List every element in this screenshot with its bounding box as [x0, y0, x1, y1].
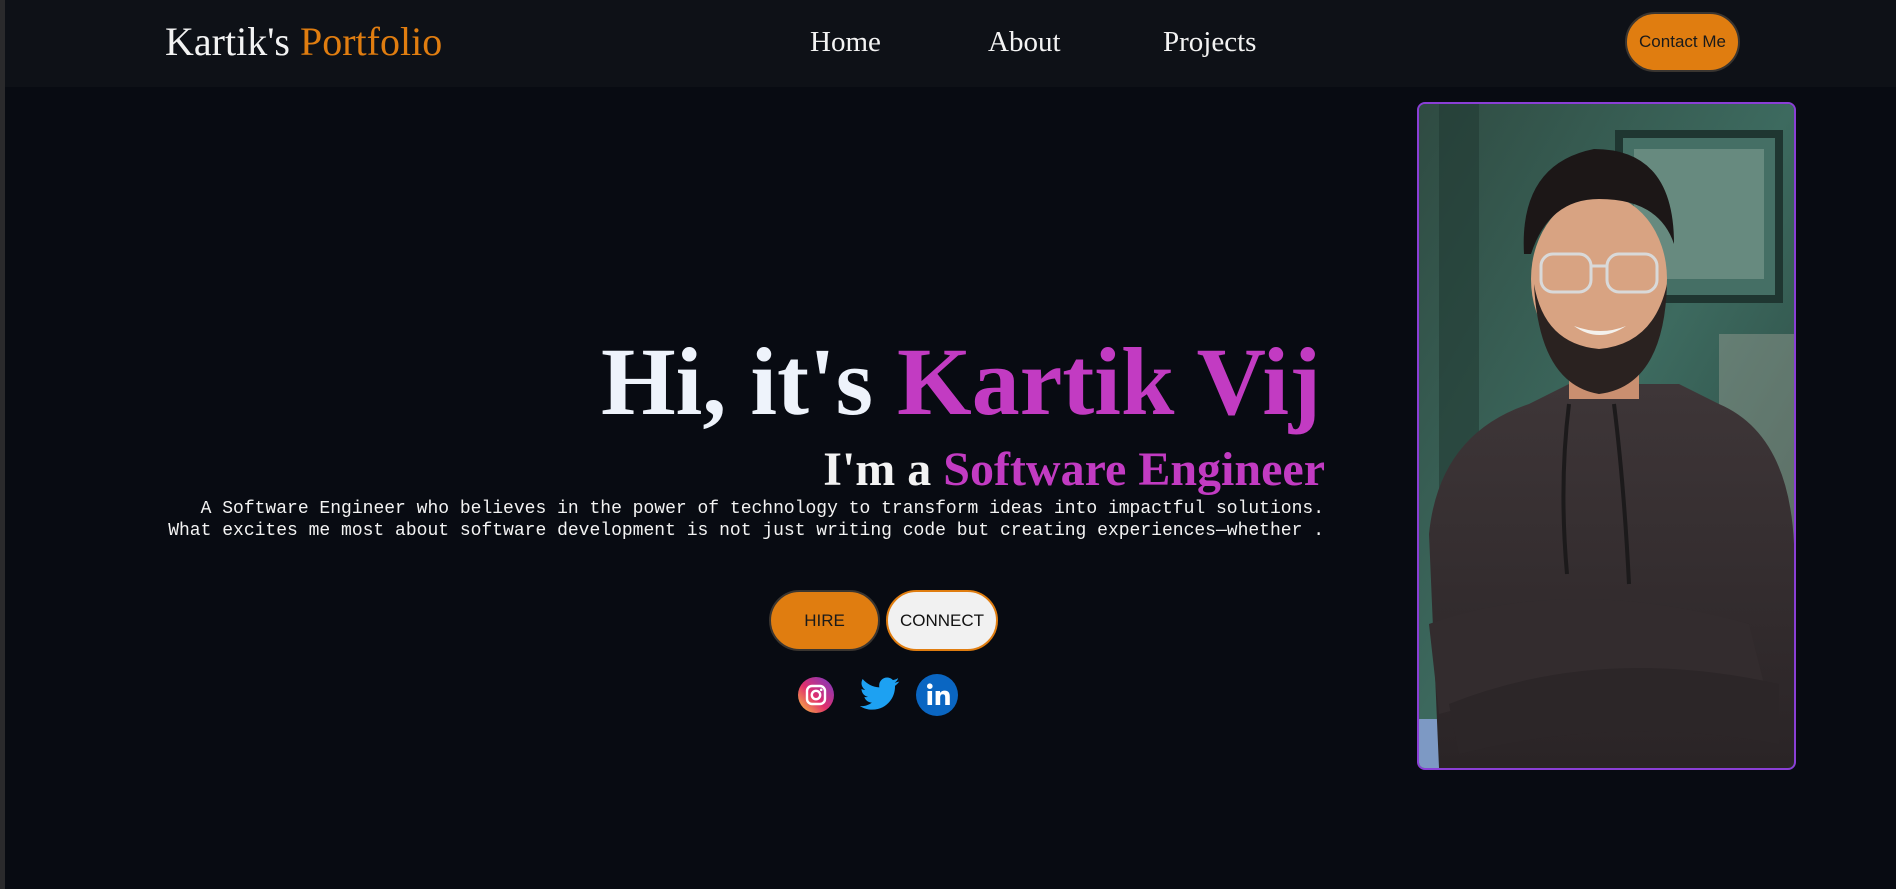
- hero-desc-line-1: A Software Engineer who believes in the …: [200, 499, 1324, 519]
- hire-button[interactable]: HIRE: [769, 590, 880, 651]
- hero-description: A Software Engineer who believes in the …: [168, 498, 1324, 542]
- hero-sub-prefix: I'm a: [823, 443, 932, 496]
- logo-first: Kartik's: [165, 19, 290, 64]
- hero-greeting: Hi, it's: [601, 328, 874, 435]
- linkedin-icon[interactable]: [916, 674, 958, 721]
- profile-photo: [1417, 102, 1796, 770]
- connect-button[interactable]: CONNECT: [886, 590, 998, 651]
- logo-accent: Portfolio: [299, 19, 443, 64]
- hero-subtitle: I'm a Software Engineer: [823, 444, 1325, 496]
- hero-role: Software Engineer: [943, 443, 1325, 496]
- window-edge: [0, 0, 5, 889]
- twitter-icon[interactable]: [859, 676, 900, 717]
- nav-link-about[interactable]: About: [988, 24, 1061, 60]
- hero-title: Hi, it's Kartik Vij: [601, 330, 1321, 434]
- hero-name: Kartik Vij: [897, 328, 1321, 435]
- navbar: Kartik's Portfolio Home About Projects C…: [5, 0, 1896, 87]
- contact-me-button[interactable]: Contact Me: [1625, 12, 1740, 72]
- nav-link-home[interactable]: Home: [810, 24, 881, 60]
- hero-desc-line-2: What excites me most about software deve…: [168, 521, 1324, 541]
- nav-link-projects[interactable]: Projects: [1163, 24, 1256, 60]
- site-logo[interactable]: Kartik's Portfolio: [165, 18, 442, 66]
- profile-photo-illustration: [1419, 104, 1794, 768]
- instagram-icon[interactable]: [798, 677, 834, 718]
